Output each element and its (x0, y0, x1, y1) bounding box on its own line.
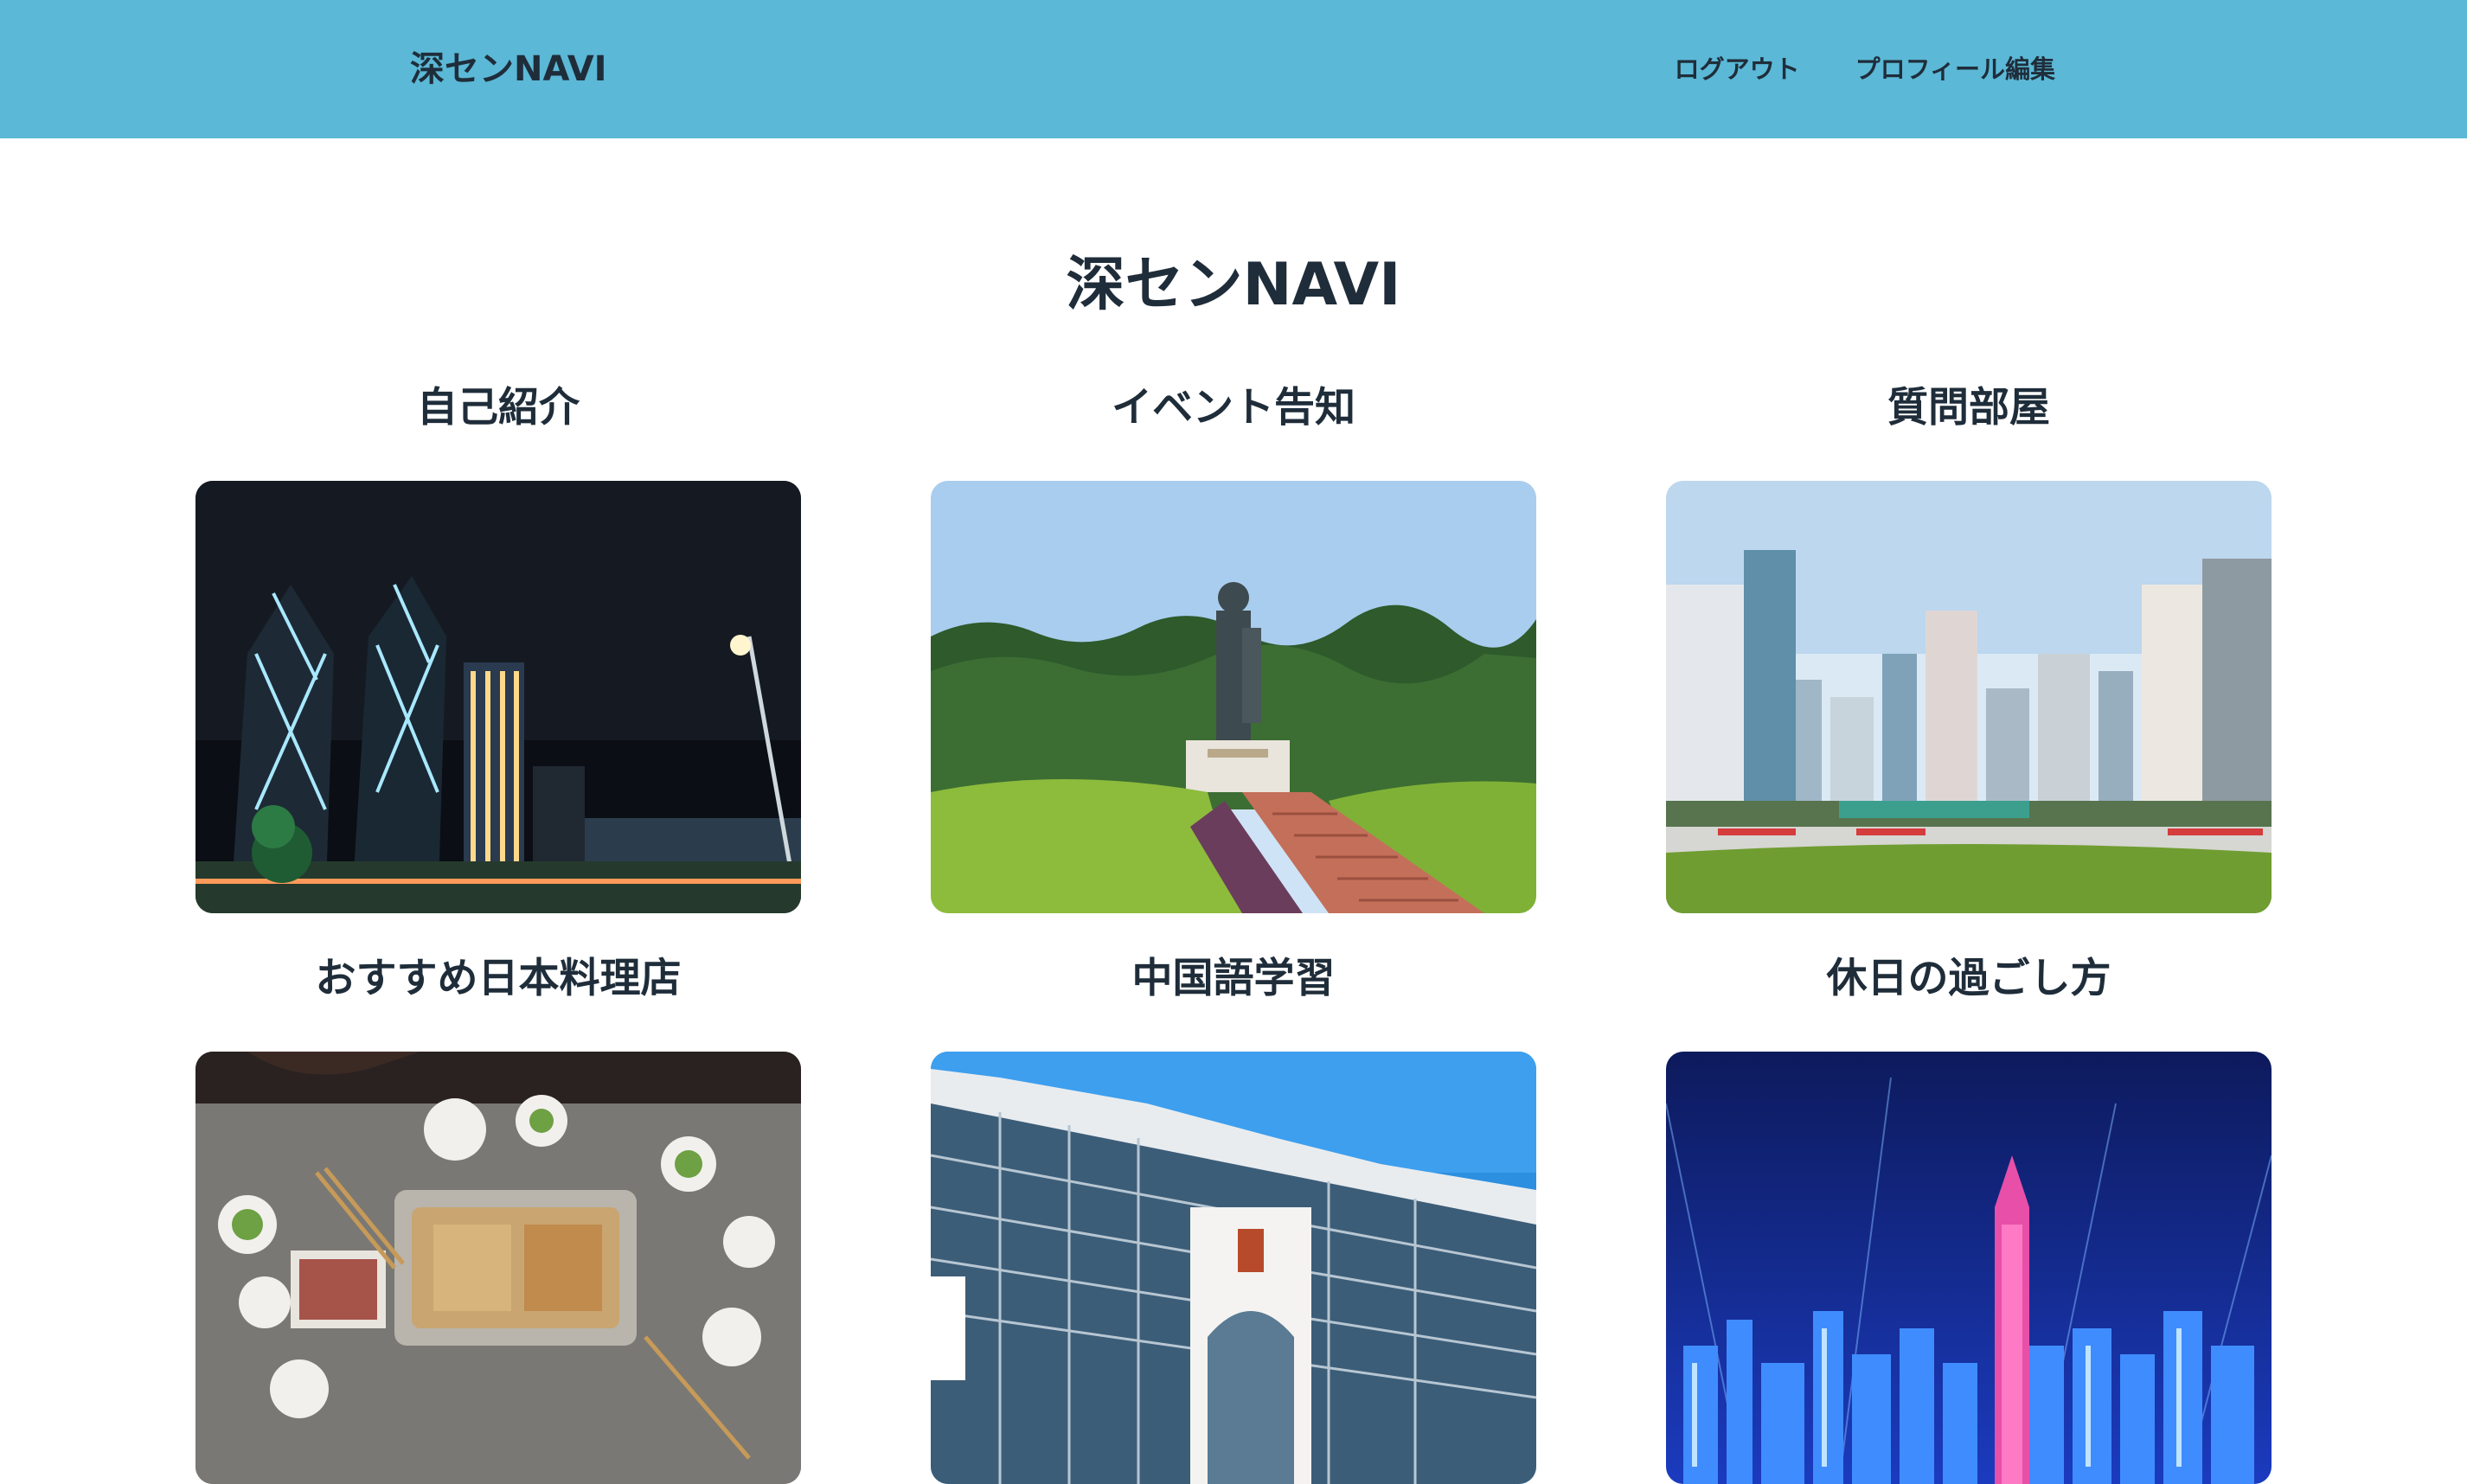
station-building-photo[interactable] (931, 1052, 1536, 1484)
card-title: イベント告知 (1112, 384, 1355, 432)
hotpot-table-photo[interactable] (195, 1052, 801, 1484)
card-title: 自己紹介 (417, 384, 580, 432)
card-title: 質問部屋 (1887, 384, 2050, 432)
city-plaza-photo[interactable] (1666, 481, 2272, 913)
top-navbar: 深センNAVI ログアウト プロフィール編集 (0, 0, 2467, 138)
page-title: 深センNAVI (1066, 250, 1401, 319)
statue-park-photo[interactable] (931, 481, 1536, 913)
card-title: 中国語学習 (1131, 955, 1336, 1002)
header-nav: ログアウト プロフィール編集 (1675, 50, 2055, 88)
card-title: おすすめ日本料理店 (315, 955, 682, 1002)
brand-logo[interactable]: 深センNAVI (410, 45, 607, 93)
edit-profile-link[interactable]: プロフィール編集 (1855, 50, 2055, 88)
night-skyline-photo[interactable] (195, 481, 801, 913)
logout-link[interactable]: ログアウト (1675, 50, 1800, 88)
night-city-lights-photo[interactable] (1666, 1052, 2272, 1484)
card-title: 休日の過ごし方 (1826, 955, 2111, 1002)
